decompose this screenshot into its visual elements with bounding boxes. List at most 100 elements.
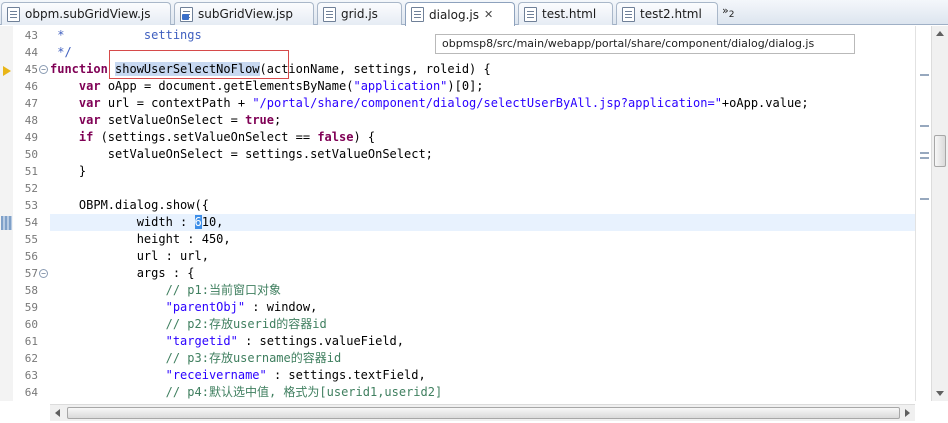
code-token: (settings.setValueOnSelect == [93,130,318,144]
code-token: : settings.valueField, [237,334,405,348]
code-token: oApp = document.getElementsByName( [100,79,354,93]
code-line: // p2:存放userid的容器id [50,316,915,333]
vertical-scrollbar[interactable] [931,26,948,401]
chevron-double-icon: » [722,4,729,17]
keyword-token: false [317,130,354,144]
tab-label: grid.js [341,7,378,21]
code-token: setValueOnSelect = settings.setValueOnSe… [50,147,433,161]
code-editor[interactable]: 43 44 45 46 47 48 49 50 51 52 53 54 55 5… [0,26,948,423]
fold-collapse-icon[interactable]: − [39,269,48,278]
code-line: url : url, [50,248,915,265]
code-line: var url = contextPath + "/portal/share/c… [50,95,915,112]
code-token: : settings.textField, [266,368,426,382]
tab-subgridview-jsp[interactable]: subGridView.jsp [174,2,314,25]
code-line: function showUserSelectNoFlow(actionName… [50,61,915,78]
tab-label: test2.html [640,7,702,21]
tab-dialog-js[interactable]: dialog.js ✕ [405,2,515,26]
html-file-icon [524,6,537,22]
horizontal-scrollbar[interactable] [50,404,915,421]
code-token: } [50,164,87,178]
debug-current-line-arrow-icon [3,66,11,76]
line-number: 49 [24,131,38,144]
line-number: 48 [24,114,38,127]
keyword-token: var [78,113,101,127]
occurrence-marker-icon [1,216,12,230]
scroll-down-arrow-icon[interactable] [936,391,944,396]
code-line: args : { [50,265,915,282]
code-line: "targetid" : settings.valueField, [50,333,915,350]
tab-overflow-menu[interactable]: »2 [722,4,734,20]
tab-obpm-subgridview-js[interactable]: obpm.subGridView.js [1,2,171,25]
close-tab-icon[interactable]: ✕ [484,8,493,21]
function-name-token[interactable]: showUserSelectNoFlow [115,62,260,76]
keyword-token: var [78,96,101,110]
overview-ruler[interactable] [915,26,931,401]
fold-collapse-icon[interactable]: − [39,65,48,74]
line-number: 50 [24,148,38,161]
code-line: // p1:当前窗口对象 [50,282,915,299]
code-line: var setValueOnSelect = true; [50,112,915,129]
code-token: ) { [353,130,376,144]
code-line: var oApp = document.getElementsByName("a… [50,78,915,95]
code-token: : window, [245,300,318,314]
vertical-scroll-thumb[interactable] [934,135,946,167]
line-number: 44 [24,46,38,59]
overview-marker[interactable] [920,152,929,154]
code-token: 10, [201,215,224,229]
tab-test-html[interactable]: test.html [518,2,613,25]
vertical-ruler [0,26,13,401]
string-token: "parentObj" [165,300,246,314]
code-line: // p3:存放username的容器id [50,350,915,367]
code-line: } [50,163,915,180]
line-number: 64 [24,386,38,399]
code-token: )[0]; [447,79,484,93]
scroll-up-arrow-icon[interactable] [936,31,944,36]
keyword-token: if [78,130,94,144]
editor-tab-bar: obpm.subGridView.js subGridView.jsp grid… [0,0,948,26]
line-number: 53 [24,199,38,212]
overview-marker[interactable] [920,125,929,127]
overview-marker[interactable] [920,74,929,76]
line-number: 62 [24,352,38,365]
code-text-area[interactable]: * settings */ function showUserSelectNoF… [50,26,915,401]
line-number: 43 [24,29,38,42]
line-number: 59 [24,301,38,314]
keyword-token: function [50,62,108,76]
js-file-icon [7,6,20,22]
keyword-token: true [245,113,274,127]
line-number: 56 [24,250,38,263]
text-selection[interactable]: 6 [194,215,202,229]
tab-label: dialog.js [429,7,479,22]
code-line: "receivername" : settings.textField, [50,367,915,384]
overview-marker[interactable] [920,157,929,159]
code-token: OBPM.dialog.show({ [50,198,209,212]
code-token: url : url, [50,249,209,263]
jsp-file-icon [180,6,193,22]
tab-label: obpm.subGridView.js [25,7,151,21]
js-file-icon [411,7,424,22]
tab-test2-html[interactable]: test2.html [616,2,718,25]
line-number: 51 [24,165,38,178]
scroll-right-arrow-icon[interactable] [905,409,910,417]
code-token: ; [274,113,282,127]
horizontal-scroll-thumb[interactable] [67,407,900,419]
code-line: // p4:默认选中值, 格式为[userid1,userid2] [50,384,915,401]
string-token: "receivername" [165,368,267,382]
scroll-left-arrow-icon[interactable] [55,409,60,417]
current-code-line: width : 610, [50,214,915,231]
overview-marker[interactable] [920,198,929,200]
line-number: 46 [24,80,38,93]
line-number: 61 [24,335,38,348]
string-token: "application" [353,79,448,93]
tab-grid-js[interactable]: grid.js [317,2,402,25]
line-number: 60 [24,318,38,331]
